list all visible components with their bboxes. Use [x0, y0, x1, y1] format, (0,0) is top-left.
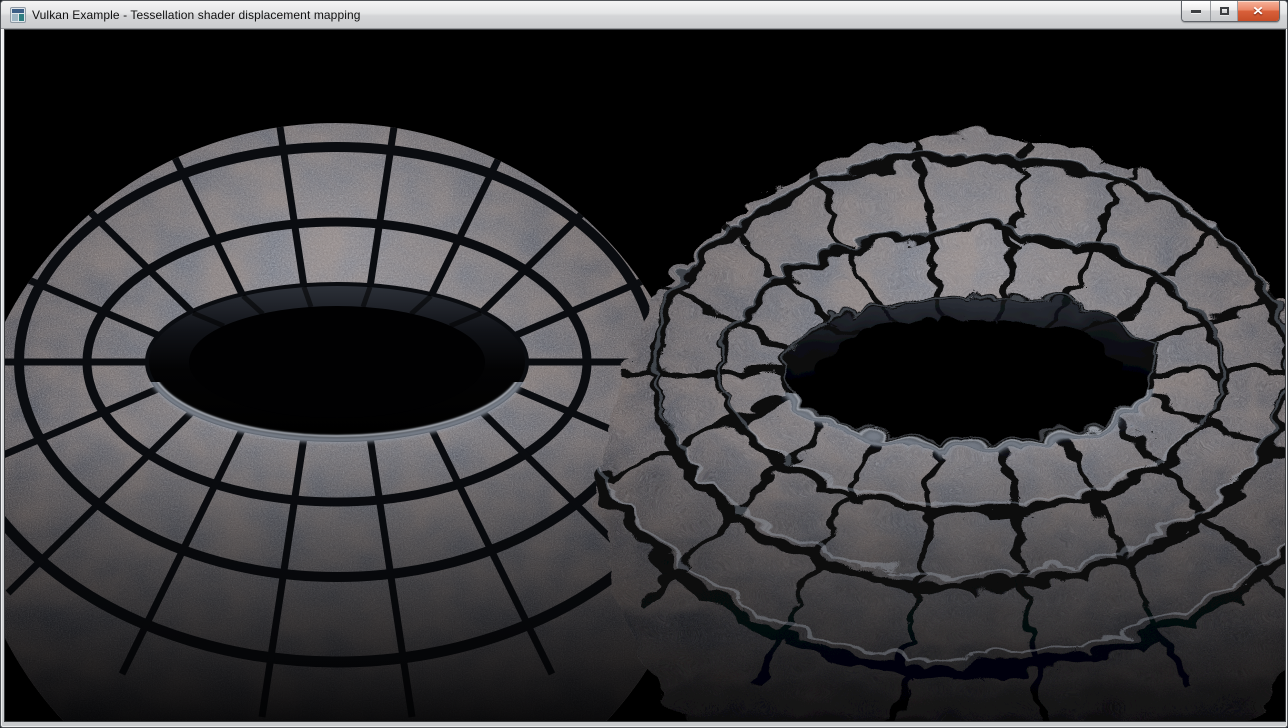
minimize-button[interactable] [1182, 1, 1211, 21]
app-icon[interactable] [10, 7, 26, 23]
render-client-area [4, 29, 1286, 722]
render-viewport[interactable] [5, 30, 1285, 721]
minimize-icon [1191, 10, 1201, 13]
maximize-icon [1220, 7, 1229, 15]
app-window: Vulkan Example - Tessellation shader dis… [0, 0, 1288, 728]
close-icon: ✕ [1253, 5, 1265, 17]
title-bar[interactable]: Vulkan Example - Tessellation shader dis… [1, 1, 1287, 29]
caption-button-group: ✕ [1181, 1, 1280, 22]
close-button[interactable]: ✕ [1238, 1, 1279, 21]
maximize-button[interactable] [1211, 1, 1238, 21]
window-title: Vulkan Example - Tessellation shader dis… [32, 8, 361, 22]
